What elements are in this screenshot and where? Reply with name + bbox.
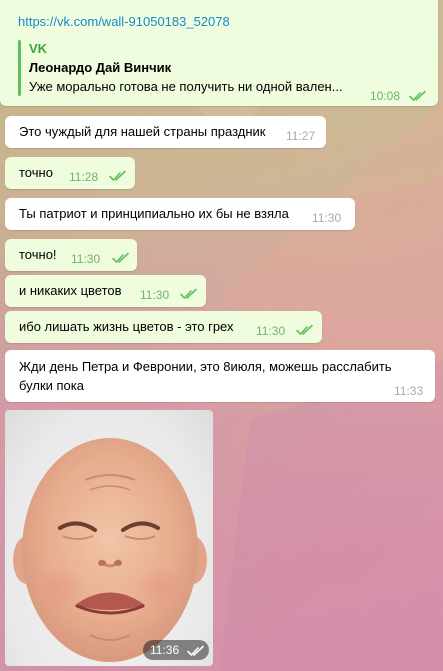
double-check-icon [109,170,126,181]
photo-time-badge: 11:36 [143,640,209,660]
message-link[interactable]: https://vk.com/wall-91050183_52078 [18,13,230,30]
message-text: ибо лишать жизнь цветов - это грех [19,319,234,334]
double-check-icon [296,324,313,335]
message-link-preview[interactable]: https://vk.com/wall-91050183_52078 VK Ле… [0,0,438,106]
double-check-icon [180,288,197,299]
message-incoming[interactable]: Жди день Петра и Февронии, это 8июля, мо… [5,350,435,402]
message-time: 11:28 [69,170,99,184]
message-photo[interactable]: 11:36 [5,410,213,666]
double-check-icon [409,90,426,101]
message-time: 11:33 [394,384,424,398]
message-time: 10:08 [370,89,401,103]
preview-title[interactable]: Леонардо Дай Винчик [29,59,171,76]
message-time: 11:30 [140,288,170,302]
preview-site-name: VK [29,41,48,56]
message-time: 11:30 [312,211,342,225]
message-text: и никаких цветов [19,283,122,298]
message-time: 11:27 [286,129,316,143]
message-text: точно [19,165,53,180]
message-text: Ты патриот и принципиально их бы не взял… [19,206,289,221]
message-outgoing[interactable]: точно! 11:30 [5,239,137,271]
message-outgoing[interactable]: ибо лишать жизнь цветов - это грех 11:30 [5,311,322,343]
message-outgoing[interactable]: и никаких цветов 11:30 [5,275,206,307]
preview-description: Уже морально готова не получить ни одной… [29,79,343,94]
message-time: 11:36 [150,643,180,657]
message-text: точно! [19,247,57,262]
double-check-icon [187,645,204,656]
message-outgoing[interactable]: точно 11:28 [5,157,135,189]
message-incoming[interactable]: Это чуждый для нашей страны праздник 11:… [5,116,326,148]
crying-baby-photo [13,438,207,662]
double-check-icon [112,252,129,263]
message-incoming[interactable]: Ты патриот и принципиально их бы не взял… [5,198,355,230]
message-text-line-2: булки пока [19,378,84,393]
message-time: 11:30 [71,252,101,266]
message-time: 11:30 [256,324,286,338]
message-text-line-1: Жди день Петра и Февронии, это 8июля, мо… [19,359,392,374]
message-text: Это чуждый для нашей страны праздник [19,124,266,139]
preview-accent-bar [18,40,21,96]
